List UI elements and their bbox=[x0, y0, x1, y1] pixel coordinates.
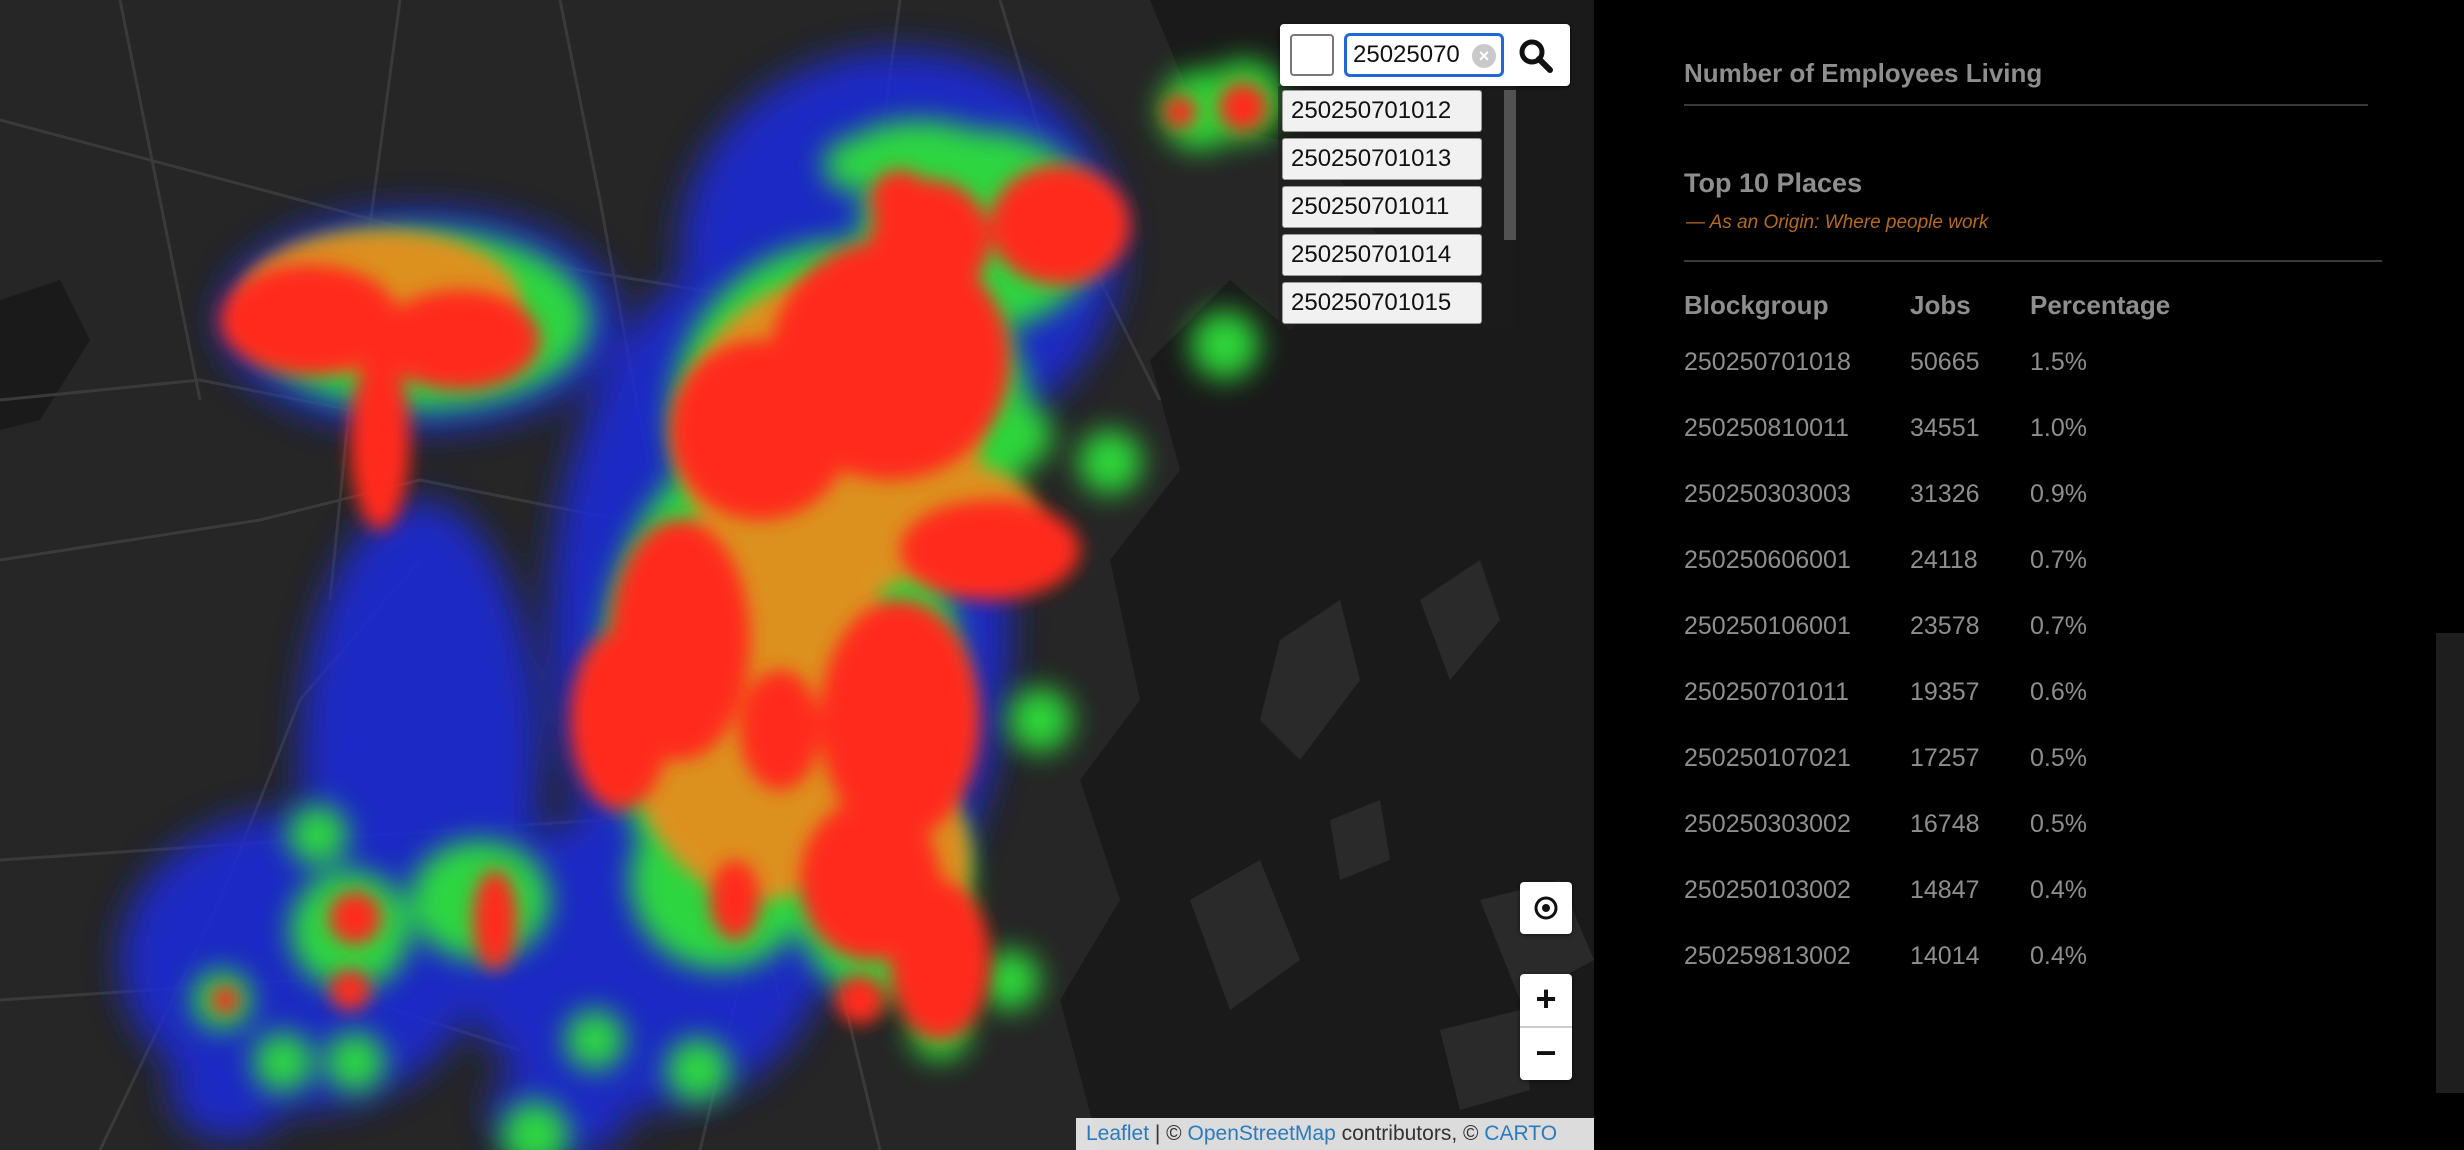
map-attribution: Leaflet | © OpenStreetMap contributors, … bbox=[1076, 1118, 1594, 1150]
row-jobs: 14014 bbox=[1910, 942, 1980, 970]
row-jobs: 34551 bbox=[1910, 414, 1980, 442]
row-jobs: 50665 bbox=[1910, 348, 1980, 376]
info-panel: Number of Employees Living Top 10 Places… bbox=[1594, 0, 2464, 1150]
panel-title: Number of Employees Living bbox=[1684, 58, 2043, 88]
locate-button[interactable] bbox=[1520, 882, 1572, 934]
row-percentage: 1.5% bbox=[2030, 348, 2087, 376]
zoom-out-button[interactable]: − bbox=[1520, 1028, 1572, 1080]
row-jobs: 16748 bbox=[1910, 810, 1980, 838]
row-blockgroup: 250250303002 bbox=[1684, 810, 1851, 838]
search-suggestions: 250250701012 250250701013 250250701011 2… bbox=[1278, 86, 1516, 330]
row-blockgroup: 250250701011 bbox=[1684, 678, 1849, 706]
panel-scrollbar[interactable] bbox=[2436, 633, 2464, 1093]
row-jobs: 31326 bbox=[1910, 480, 1980, 508]
suggestion-item[interactable]: 250250701012 bbox=[1282, 90, 1482, 132]
row-percentage: 0.7% bbox=[2030, 612, 2087, 640]
attribution-separator: | © bbox=[1149, 1122, 1188, 1145]
suggestion-item[interactable]: 250250701015 bbox=[1282, 282, 1482, 324]
row-percentage: 0.7% bbox=[2030, 546, 2087, 574]
row-blockgroup: 250250303003 bbox=[1684, 480, 1851, 508]
clear-search-button[interactable]: × bbox=[1472, 44, 1496, 68]
locate-icon bbox=[1534, 896, 1558, 920]
column-header-blockgroup: Blockgroup bbox=[1684, 290, 1829, 320]
suggestion-item[interactable]: 250250701014 bbox=[1282, 234, 1482, 276]
row-blockgroup: 250250606001 bbox=[1684, 546, 1851, 574]
search-control: × bbox=[1280, 24, 1570, 86]
suggestions-scrollbar[interactable] bbox=[1504, 90, 1516, 240]
row-percentage: 0.6% bbox=[2030, 678, 2087, 706]
row-jobs: 14847 bbox=[1910, 876, 1980, 904]
row-jobs: 19357 bbox=[1910, 678, 1980, 706]
leaflet-link[interactable]: Leaflet bbox=[1086, 1122, 1149, 1145]
row-blockgroup: 250250103002 bbox=[1684, 876, 1851, 904]
openstreetmap-link[interactable]: OpenStreetMap bbox=[1188, 1122, 1336, 1145]
section-subtitle: — As an Origin: Where people work bbox=[1686, 212, 1989, 233]
attribution-text: contributors, © bbox=[1335, 1122, 1485, 1145]
suggestion-item[interactable]: 250250701011 bbox=[1282, 186, 1482, 228]
column-header-jobs: Jobs bbox=[1910, 290, 1971, 320]
row-blockgroup: 250250107021 bbox=[1684, 744, 1851, 772]
map-view[interactable]: × 250250701012 250250701013 250250701011… bbox=[0, 0, 1594, 1150]
row-jobs: 24118 bbox=[1910, 546, 1978, 574]
row-percentage: 0.9% bbox=[2030, 480, 2087, 508]
row-blockgroup: 250250810011 bbox=[1684, 414, 1849, 442]
row-percentage: 0.5% bbox=[2030, 810, 2087, 838]
row-percentage: 1.0% bbox=[2030, 414, 2087, 442]
row-percentage: 0.4% bbox=[2030, 942, 2087, 970]
row-percentage: 0.4% bbox=[2030, 876, 2087, 904]
row-blockgroup: 250259813002 bbox=[1684, 942, 1851, 970]
search-icon[interactable] bbox=[1516, 36, 1556, 76]
row-blockgroup: 250250106001 bbox=[1684, 612, 1851, 640]
carto-link[interactable]: CARTO bbox=[1484, 1122, 1557, 1145]
row-jobs: 23578 bbox=[1910, 612, 1980, 640]
color-swatch[interactable] bbox=[1290, 34, 1334, 76]
zoom-in-button[interactable]: + bbox=[1520, 974, 1572, 1026]
divider bbox=[1684, 260, 2382, 262]
row-blockgroup: 250250701018 bbox=[1684, 348, 1851, 376]
divider bbox=[1684, 104, 2368, 106]
suggestion-item[interactable]: 250250701013 bbox=[1282, 138, 1482, 180]
column-header-percentage: Percentage bbox=[2030, 290, 2171, 320]
row-percentage: 0.5% bbox=[2030, 744, 2087, 772]
row-jobs: 17257 bbox=[1910, 744, 1980, 772]
section-title: Top 10 Places bbox=[1684, 168, 1863, 198]
zoom-control: + − bbox=[1520, 974, 1572, 1080]
